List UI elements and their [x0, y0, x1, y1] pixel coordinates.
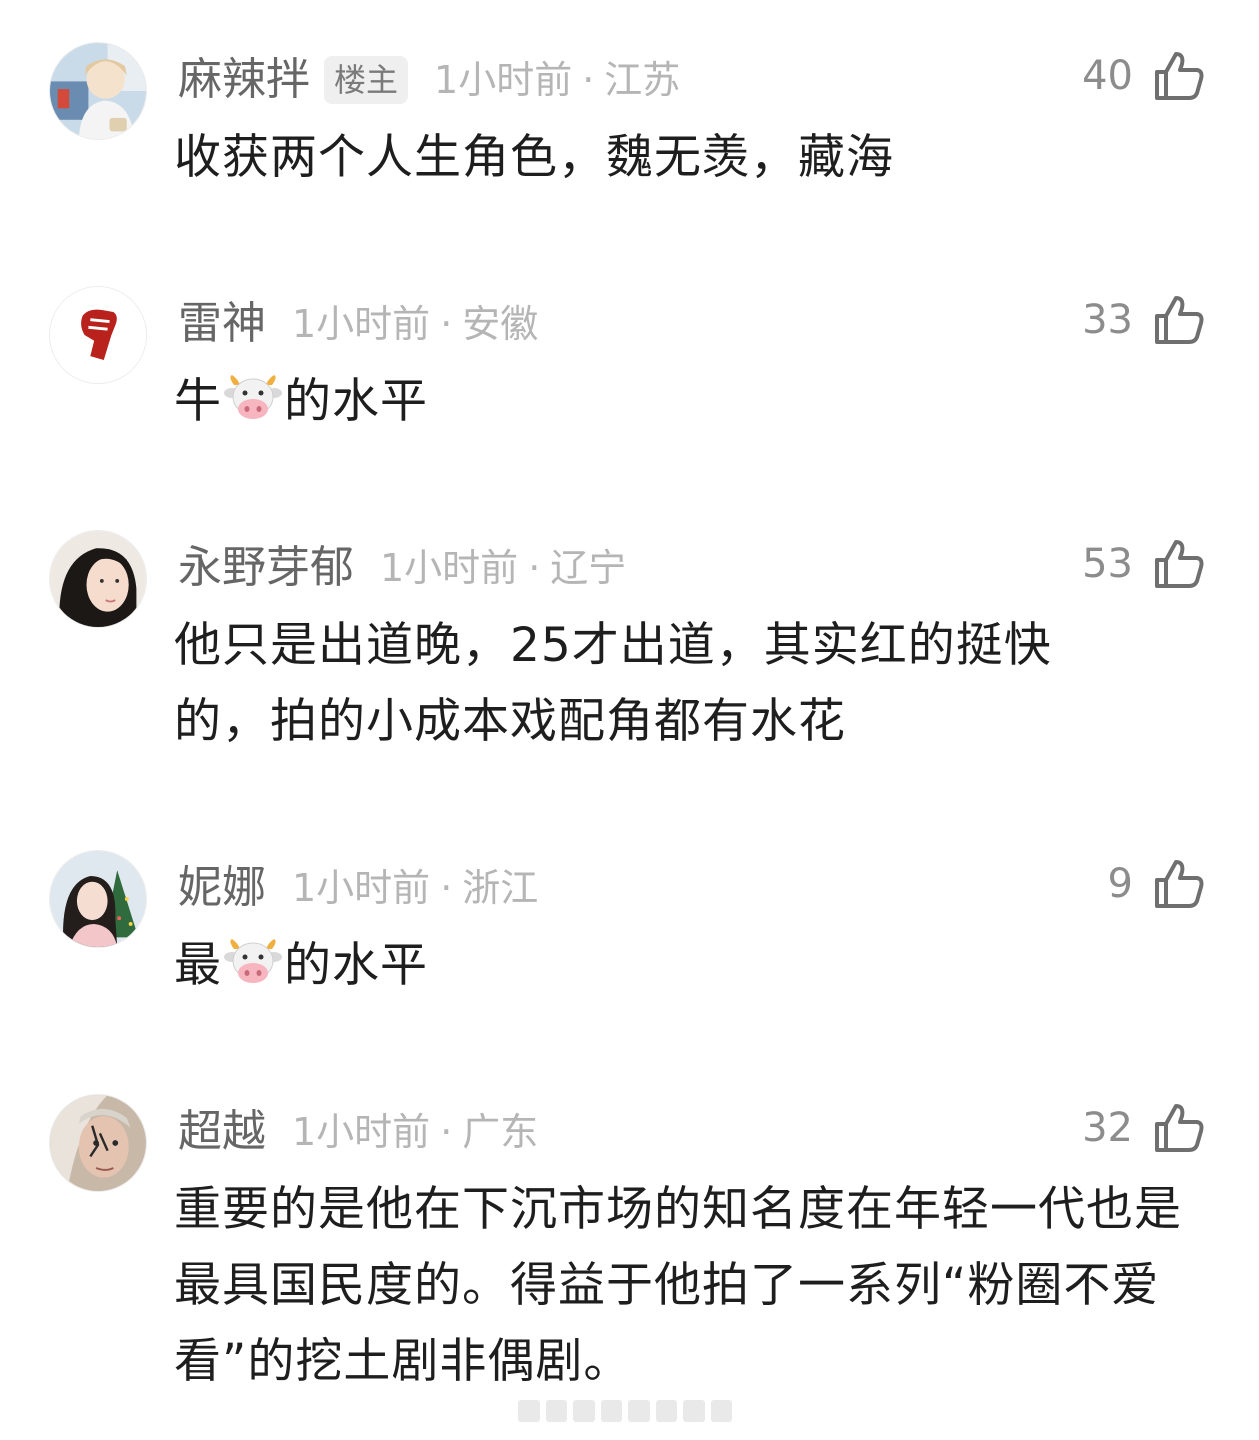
comment-meta: 永野芽郁 1小时前 · 辽宁 [178, 540, 626, 596]
username[interactable]: 永野芽郁 [178, 540, 354, 596]
like-button[interactable]: 32 [1082, 1098, 1207, 1158]
op-badge: 楼主 [324, 56, 409, 104]
indicator-segment [600, 1400, 622, 1422]
indicator-segment [518, 1400, 540, 1422]
woman-portrait-avatar-icon [50, 531, 146, 627]
avatar[interactable] [49, 530, 147, 628]
like-count: 32 [1082, 1105, 1133, 1151]
comment-text: 牛 的水平 [174, 364, 1204, 440]
comment-location: 辽宁 [550, 546, 627, 590]
comment-time: 1小时前 [292, 302, 431, 346]
like-count: 9 [1107, 861, 1133, 907]
username[interactable]: 妮娜 [178, 860, 266, 916]
comment-text: 重要的是他在下沉市场的知名度在年轻一代也是最具国民度的。得益于他拍了一系列“粉圈… [174, 1182, 1182, 1389]
thumbs-up-icon [1155, 860, 1204, 908]
separator-dot: · [440, 302, 453, 346]
avatar[interactable] [49, 42, 147, 140]
indicator-segment [573, 1400, 595, 1422]
comment-text-after: 的水平 [284, 374, 428, 429]
comment-time: 1小时前 [434, 58, 573, 102]
indicator-segment [545, 1400, 567, 1422]
indicator-segment [655, 1400, 677, 1422]
comment-time: 1小时前 [292, 1110, 431, 1154]
separator-dot: · [528, 546, 541, 590]
separator-dot: · [440, 866, 453, 910]
comment-time: 1小时前 [380, 546, 519, 590]
indicator-segment [683, 1400, 705, 1422]
username[interactable]: 超越 [178, 1104, 266, 1160]
comment-text: 他只是出道晚，25才出道，其实红的挺快的，拍的小成本戏配角都有水花 [174, 618, 1052, 749]
like-button[interactable]: 53 [1082, 534, 1207, 594]
girl-christmas-avatar-icon [50, 851, 146, 947]
cow-face-emoji-icon [224, 375, 282, 419]
thumbs-up-icon [1155, 296, 1204, 344]
username[interactable]: 雷神 [178, 296, 266, 352]
red-fist-avatar-icon [50, 287, 146, 383]
comment-location: 江苏 [604, 58, 681, 102]
comment-time: 1小时前 [292, 866, 431, 910]
like-count: 33 [1082, 297, 1133, 343]
comment-location: 安徽 [462, 302, 539, 346]
comment-location: 浙江 [462, 866, 539, 910]
comment-text-before: 牛 [174, 374, 222, 429]
like-button[interactable]: 9 [1108, 854, 1207, 914]
like-button[interactable]: 40 [1082, 46, 1207, 106]
comment-location: 广东 [462, 1110, 539, 1154]
comment-meta: 妮娜 1小时前 · 浙江 [178, 860, 538, 916]
anime-boy-avatar-icon [50, 43, 146, 139]
avatar[interactable] [49, 1094, 147, 1192]
username[interactable]: 麻辣拌 [178, 52, 310, 108]
comment-meta: 超越 1小时前 · 广东 [178, 1104, 538, 1160]
cow-face-emoji-icon [224, 939, 282, 983]
comment-meta: 麻辣拌 楼主 1小时前 · 江苏 [178, 52, 680, 108]
comment-text: 收获两个人生角色，魏无羡，藏海 [174, 130, 894, 185]
like-button[interactable]: 33 [1082, 290, 1207, 350]
comment-text-after: 的水平 [284, 938, 428, 993]
indicator-segment [710, 1400, 732, 1422]
indicator-segment [628, 1400, 650, 1422]
comment-meta: 雷神 1小时前 · 安徽 [178, 296, 538, 352]
comment-text-before: 最 [174, 938, 222, 993]
comment-text: 最 的水平 [174, 928, 1204, 1004]
avatar[interactable] [49, 850, 147, 948]
separator-dot: · [582, 58, 595, 102]
thumbs-up-icon [1155, 52, 1204, 100]
thumbs-up-icon [1155, 1104, 1204, 1152]
like-count: 53 [1082, 541, 1133, 587]
avatar[interactable] [49, 286, 147, 384]
like-count: 40 [1082, 53, 1133, 99]
separator-dot: · [440, 1110, 453, 1154]
thumbs-up-icon [1155, 540, 1204, 588]
fantasy-character-avatar-icon [50, 1095, 146, 1191]
loading-indicator [518, 1400, 732, 1422]
